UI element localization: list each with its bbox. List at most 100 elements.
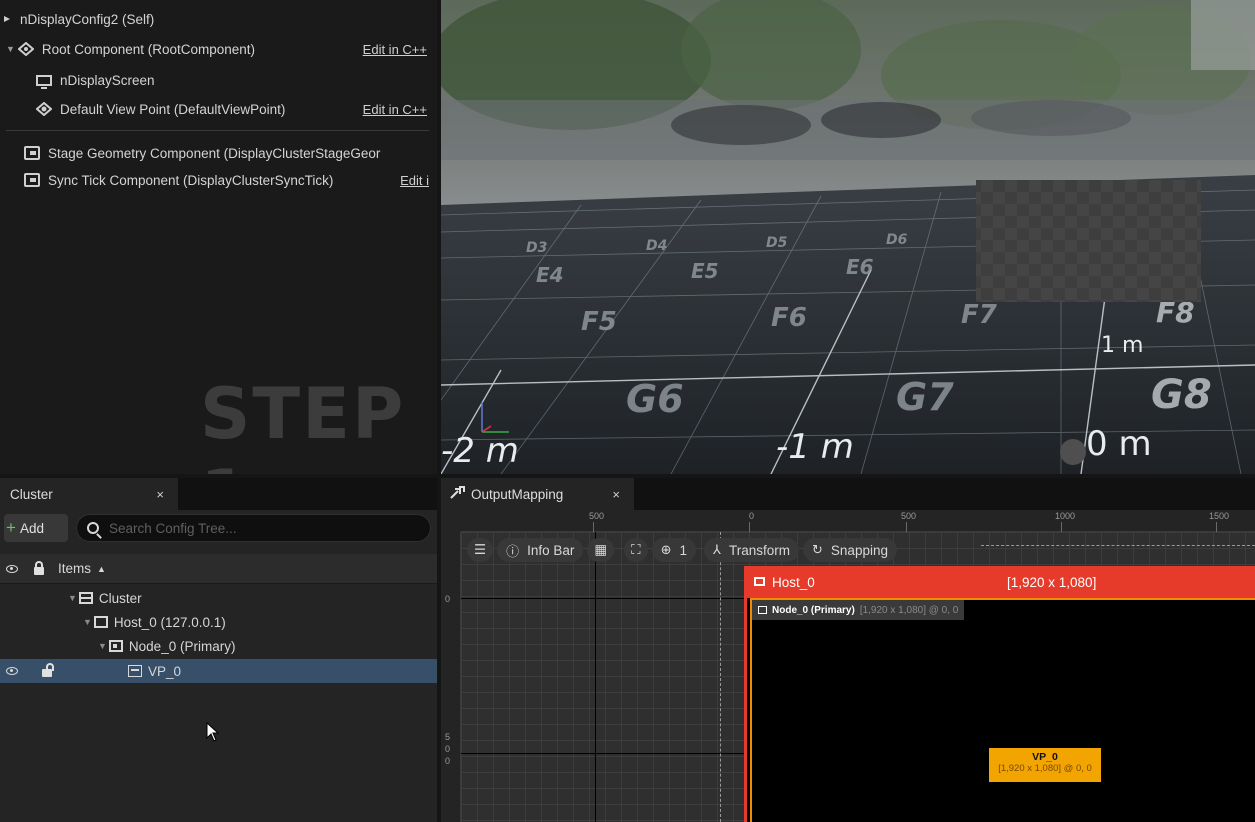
visibility-eye-icon[interactable] (6, 667, 18, 675)
output-mapping-panel: 500 0 500 1000 1500 0 5 0 0 ☰ ⓘ Info Bar… (441, 510, 1255, 822)
guide-line (595, 532, 596, 822)
plus-icon: + (6, 518, 16, 537)
expand-arrow-icon[interactable]: ▼ (6, 44, 15, 54)
origin-guide-line (981, 545, 1255, 546)
grid-label: G6 (626, 377, 684, 421)
ruler-label: 500 (901, 511, 917, 521)
ruler-label: 0 (749, 511, 755, 521)
ruler-label: 1000 (1055, 511, 1076, 521)
divider (6, 130, 429, 131)
component-label: nDisplayScreen (60, 72, 155, 88)
fit-view-icon: ⛶ (631, 542, 641, 557)
host-resolution: [1,920 x 1,080] (1007, 574, 1097, 590)
actor-component-icon (24, 146, 40, 160)
measure-label: 0 m (1086, 424, 1152, 464)
grid-label: E6 (846, 255, 874, 279)
node-label[interactable]: Node_0 (Primary) [1,920 x 1,080] @ 0, 0 (752, 600, 965, 620)
layout-grid-icon: ▦ (594, 542, 608, 557)
measure-label: 1 m (1101, 333, 1143, 358)
tree-item-label: VP_0 (148, 663, 182, 679)
component-row-stage-geometry[interactable]: Stage Geometry Component (DisplayCluster… (24, 140, 437, 166)
component-label: Stage Geometry Component (DisplayCluster… (48, 145, 381, 161)
output-mapping-icon (449, 485, 465, 503)
expand-arrow-icon[interactable]: ▼ (83, 617, 92, 627)
component-row-sync-tick[interactable]: Sync Tick Component (DisplayClusterSyncT… (24, 167, 437, 193)
info-bar-label: Info Bar (527, 542, 575, 558)
components-panel: nDisplayConfig2 (Self) ▼ Root Component … (0, 0, 437, 474)
self-row[interactable]: nDisplayConfig2 (Self) (4, 6, 437, 32)
snapping-button[interactable]: ↻ Snapping (803, 538, 897, 562)
search-config-tree[interactable] (76, 514, 431, 542)
snapping-label: Snapping (830, 542, 888, 558)
blueprint-icon (4, 12, 12, 26)
viewport-scene: D3 D4 D5 D6 E4 E5 E6 F5 F6 F7 F8 G6 G7 G… (441, 0, 1255, 474)
measure-label: -2 m (441, 431, 519, 471)
node-outline (750, 598, 752, 822)
tab-cluster[interactable]: Cluster × (0, 478, 178, 510)
info-bar-button[interactable]: ⓘ Info Bar (497, 538, 584, 562)
snapping-magnet-icon: ↻ (812, 542, 823, 557)
close-icon[interactable]: × (612, 487, 620, 502)
view-point-icon (35, 101, 53, 117)
component-row-root[interactable]: ▼ Root Component (RootComponent) Edit in… (6, 36, 437, 62)
tree-item-viewport[interactable]: VP_0 (0, 659, 437, 683)
grid-label: E5 (691, 259, 719, 283)
grid-label: G7 (896, 375, 954, 419)
info-icon: ⓘ (506, 543, 520, 559)
node-name: Node_0 (Primary) (772, 604, 855, 616)
fit-view-button[interactable]: ⛶ (624, 538, 648, 562)
grid-label: D3 (526, 240, 547, 256)
grid-label: G8 (1151, 372, 1212, 418)
add-button[interactable]: + Add (4, 514, 68, 542)
close-icon[interactable]: × (156, 487, 164, 502)
menu-button[interactable]: ☰ (467, 538, 494, 562)
component-label: Sync Tick Component (DisplayClusterSyncT… (48, 172, 334, 188)
tree-item-cluster[interactable]: ▼ Cluster (0, 586, 437, 610)
tree-item-label: Cluster (98, 590, 142, 606)
lock-icon[interactable] (34, 560, 44, 575)
component-row-ndisplayscreen[interactable]: nDisplayScreen (36, 67, 437, 93)
ruler-label: 0 (445, 756, 451, 766)
tree-item-host[interactable]: ▼ Host_0 (127.0.0.1) (0, 610, 437, 634)
screen-icon (36, 74, 52, 89)
tab-output-mapping[interactable]: OutputMapping × (441, 478, 634, 510)
component-row-default-view-point[interactable]: Default View Point (DefaultViewPoint) Ed… (35, 96, 437, 122)
node-detail: [1,920 x 1,080] @ 0, 0 (859, 604, 959, 616)
edit-in-cpp-link[interactable]: Edit in C++ (363, 42, 427, 57)
expand-arrow-icon[interactable]: ▼ (98, 641, 107, 651)
ruler-vertical: 0 5 0 0 (441, 532, 461, 822)
zoom-icon: ⊕ (660, 542, 672, 557)
grid-label: E4 (536, 263, 564, 287)
unlock-icon[interactable] (42, 663, 54, 677)
host-icon (754, 577, 765, 586)
layout-button[interactable]: ▦ (587, 538, 615, 562)
visibility-eye-icon[interactable] (6, 564, 18, 573)
edit-in-cpp-link[interactable]: Edit i (400, 173, 429, 188)
output-mapping-tab-bar: OutputMapping × (441, 478, 1255, 510)
node-icon (108, 640, 123, 652)
level-viewport[interactable]: D3 D4 D5 D6 E4 E5 E6 F5 F6 F7 F8 G6 G7 G… (441, 0, 1255, 474)
output-mapping-toolbar: ☰ ⓘ Info Bar ▦ ⛶ ⊕ 1 ⅄ Transform ↻ Snapp… (467, 538, 897, 562)
scene-component-icon (17, 41, 35, 57)
tree-item-node[interactable]: ▼ Node_0 (Primary) (0, 634, 437, 658)
viewport-chip[interactable]: VP_0 [1,920 x 1,080] @ 0, 0 (989, 748, 1101, 782)
viewport-detail: [1,920 x 1,080] @ 0, 0 (998, 763, 1092, 774)
tree-header: Items ▲ (0, 554, 437, 584)
zoom-button[interactable]: ⊕ 1 (651, 538, 697, 562)
expand-arrow-icon[interactable]: ▼ (68, 593, 77, 603)
viewport-name: VP_0 (1032, 751, 1058, 763)
edit-in-cpp-link[interactable]: Edit in C++ (363, 102, 427, 117)
host-name: Host_0 (772, 574, 815, 590)
host-icon (93, 616, 108, 628)
tree-item-label: Host_0 (127.0.0.1) (113, 614, 226, 630)
transform-button[interactable]: ⅄ Transform (704, 538, 800, 562)
viewport-icon (128, 665, 142, 677)
sort-ascending-icon[interactable]: ▲ (97, 564, 106, 574)
items-column-header[interactable]: Items (58, 561, 91, 576)
ruler-label: 0 (445, 744, 451, 754)
guide-line (461, 598, 744, 599)
search-input[interactable] (109, 520, 389, 536)
host-header[interactable]: Host_0 [1,920 x 1,080] (744, 566, 1255, 598)
grid-label: F7 (961, 300, 998, 330)
step-watermark: STEP 1 (200, 373, 406, 474)
